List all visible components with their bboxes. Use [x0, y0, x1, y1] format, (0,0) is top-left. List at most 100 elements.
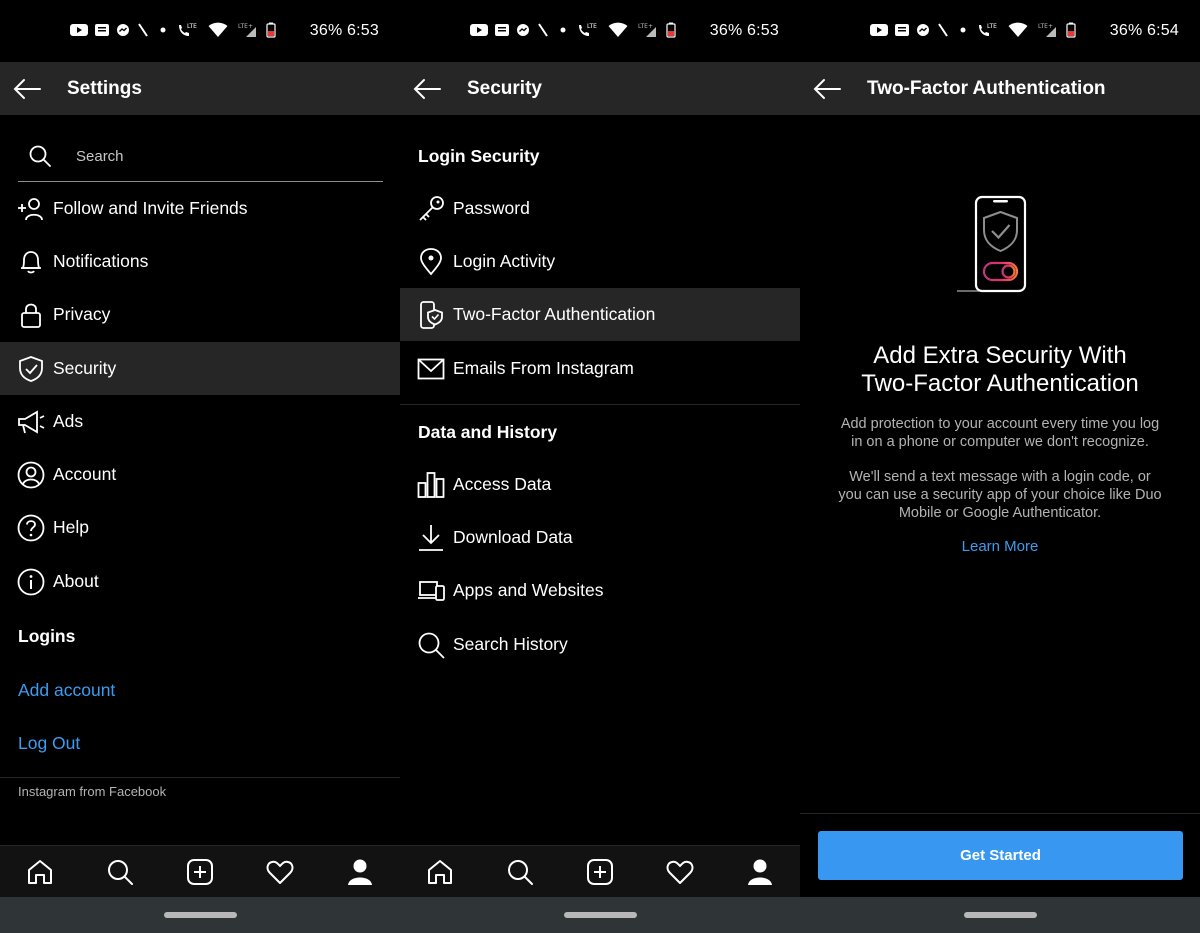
app-bar: Two-Factor Authentication — [800, 62, 1200, 115]
home-icon[interactable] — [424, 856, 456, 888]
tab-bar — [400, 845, 800, 897]
wifi-icon — [208, 22, 228, 37]
signal-off-icon — [938, 23, 948, 37]
home-handle[interactable] — [964, 912, 1037, 918]
screens: LTE LTE+ 36% 6:53 Settings Search Follow… — [0, 0, 1200, 933]
status-bar: LTE LTE+ 36% 6:54 — [800, 0, 1200, 62]
settings-item-security[interactable]: Security — [0, 342, 400, 395]
messenger-icon — [117, 24, 129, 36]
description-line: We'll send a text message with a login c… — [849, 469, 1151, 485]
settings-item-label: Follow and Invite Friends — [53, 198, 248, 218]
settings-item-label: Security — [53, 358, 117, 378]
profile-icon[interactable] — [344, 856, 376, 888]
settings-item-label: Account — [53, 464, 117, 484]
youtube-icon — [870, 24, 888, 36]
section-heading-login-security: Login Security — [418, 146, 540, 166]
security-item-label: Two-Factor Authentication — [453, 304, 656, 324]
search-icon[interactable] — [504, 856, 536, 888]
headline-line: Add Extra Security With — [873, 342, 1127, 369]
back-arrow-icon[interactable] — [812, 76, 842, 102]
security-item-label: Emails From Instagram — [453, 358, 634, 378]
security-item-login-activity[interactable]: Login Activity — [400, 235, 800, 288]
envelope-icon — [417, 355, 445, 383]
app-bar: Security — [400, 62, 800, 115]
dot-icon — [560, 27, 566, 33]
phone-shield-illustration-icon — [957, 195, 1027, 293]
security-item-apps-websites[interactable]: Apps and Websites — [400, 564, 800, 617]
settings-item-account[interactable]: Account — [0, 448, 400, 501]
security-item-label: Search History — [453, 634, 568, 654]
headline-line: Two-Factor Authentication — [861, 370, 1139, 397]
home-icon[interactable] — [24, 856, 56, 888]
message-icon — [495, 24, 509, 36]
settings-item-help[interactable]: Help — [0, 501, 400, 554]
back-arrow-icon[interactable] — [12, 76, 42, 102]
phone-shield-icon — [417, 301, 445, 329]
system-nav-bar — [400, 897, 800, 933]
settings-item-follow-invite[interactable]: Follow and Invite Friends — [0, 182, 400, 235]
status-bar: LTE LTE+ 36% 6:53 — [0, 0, 400, 62]
lte-signal-icon: LTE+ — [638, 23, 656, 37]
settings-item-privacy[interactable]: Privacy — [0, 288, 400, 341]
heart-icon[interactable] — [264, 856, 296, 888]
call-lte-icon: LTE — [579, 23, 597, 36]
battery-icon — [666, 22, 676, 38]
search-input[interactable]: Search — [18, 130, 383, 182]
bar-chart-icon — [417, 471, 445, 499]
lock-icon — [17, 301, 45, 329]
megaphone-icon — [17, 408, 45, 436]
svg-text:LTE: LTE — [187, 23, 197, 30]
security-item-label: Download Data — [453, 527, 573, 547]
learn-more-link[interactable]: Learn More — [800, 538, 1200, 555]
youtube-icon — [470, 24, 488, 36]
settings-item-ads[interactable]: Ads — [0, 395, 400, 448]
security-screen: LTE LTE+ 36% 6:53 Security Login Securit… — [400, 0, 800, 933]
new-post-icon[interactable] — [584, 856, 616, 888]
call-lte-icon: LTE — [979, 23, 997, 36]
security-item-emails[interactable]: Emails From Instagram — [400, 342, 800, 395]
security-item-label: Access Data — [453, 474, 552, 494]
settings-item-label: Notifications — [53, 251, 149, 271]
section-heading-logins: Logins — [18, 626, 76, 646]
settings-item-label: Help — [53, 517, 89, 537]
security-item-two-factor[interactable]: Two-Factor Authentication — [400, 288, 800, 341]
back-arrow-icon[interactable] — [412, 76, 442, 102]
messenger-icon — [917, 24, 929, 36]
home-handle[interactable] — [564, 912, 637, 918]
settings-item-notifications[interactable]: Notifications — [0, 235, 400, 288]
security-item-password[interactable]: Password — [400, 182, 800, 235]
call-lte-icon: LTE — [179, 23, 197, 36]
add-account-link[interactable]: Add account — [18, 680, 115, 701]
messenger-icon — [517, 24, 529, 36]
svg-text:LTE+: LTE+ — [238, 23, 253, 30]
security-item-search-history[interactable]: Search History — [400, 618, 800, 671]
status-icons: LTE LTE+ — [470, 22, 676, 38]
battery-icon — [266, 22, 276, 38]
settings-item-label: Ads — [53, 411, 84, 431]
shield-check-icon — [17, 355, 45, 383]
search-icon — [417, 631, 445, 659]
status-icons: LTE LTE+ — [70, 22, 276, 38]
user-circle-icon — [17, 461, 45, 489]
download-icon — [417, 524, 445, 552]
status-time: 36% 6:53 — [709, 22, 779, 39]
security-item-access-data[interactable]: Access Data — [400, 458, 800, 511]
help-circle-icon — [17, 514, 45, 542]
app-bar: Settings — [0, 62, 400, 115]
settings-item-about[interactable]: About — [0, 555, 400, 608]
log-out-link[interactable]: Log Out — [18, 733, 80, 754]
tab-bar — [0, 845, 400, 897]
svg-text:LTE+: LTE+ — [1038, 23, 1053, 30]
profile-icon[interactable] — [744, 856, 776, 888]
message-icon — [95, 24, 109, 36]
new-post-icon[interactable] — [184, 856, 216, 888]
description-line: you can use a security app of your choic… — [838, 487, 1162, 503]
security-item-download-data[interactable]: Download Data — [400, 511, 800, 564]
get-started-button[interactable]: Get Started — [818, 831, 1183, 880]
heart-icon[interactable] — [664, 856, 696, 888]
description-paragraph: We'll send a text message with a login c… — [822, 468, 1178, 522]
home-handle[interactable] — [164, 912, 237, 918]
status-time: 36% 6:54 — [1109, 22, 1179, 39]
lte-signal-icon: LTE+ — [1038, 23, 1056, 37]
search-icon[interactable] — [104, 856, 136, 888]
